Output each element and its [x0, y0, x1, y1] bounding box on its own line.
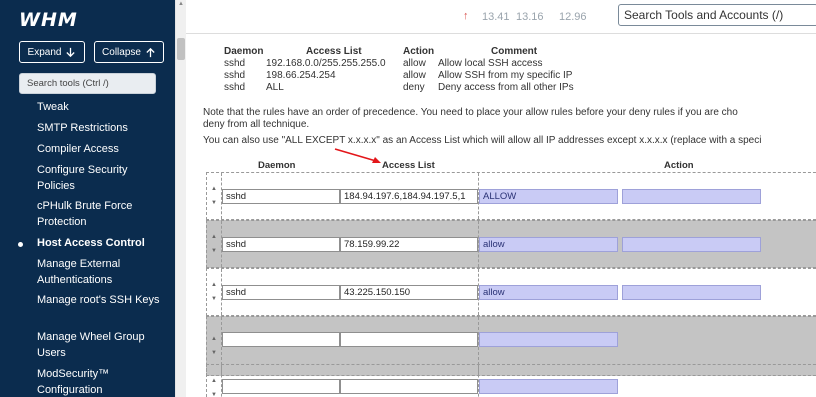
sidebar-item-compiler-access[interactable]: Compiler Access [37, 142, 167, 158]
example-header-action: Action [403, 46, 435, 57]
example-cell: sshd [224, 82, 246, 93]
move-up-icon[interactable]: ▲ [211, 282, 217, 288]
expand-label: Expand [27, 46, 62, 58]
load-average-5: 13.16 [516, 11, 544, 23]
column-header-daemon: Daemon [258, 160, 296, 171]
column-header-action: Action [664, 160, 694, 171]
tools-search-input[interactable] [618, 4, 816, 26]
load-average-1: 13.41 [482, 11, 510, 23]
action-field[interactable]: allow [479, 285, 618, 300]
sidebar-search-input[interactable] [19, 73, 156, 94]
example-cell: sshd [224, 58, 246, 69]
example-header-comment: Comment [491, 46, 538, 57]
move-down-icon[interactable]: ▼ [211, 392, 217, 397]
row-reorder-handle[interactable]: ▲ ▼ [207, 173, 221, 219]
daemon-field[interactable]: sshd [222, 189, 340, 204]
action-field[interactable] [479, 379, 618, 394]
example-cell: 192.168.0.0/255.255.255.0 [266, 58, 386, 69]
comment-field[interactable] [622, 189, 761, 204]
access-list-field[interactable] [340, 379, 478, 394]
daemon-field[interactable]: sshd [222, 237, 340, 252]
move-down-icon[interactable]: ▼ [211, 296, 217, 302]
expand-button[interactable]: Expand [19, 41, 85, 63]
move-up-icon[interactable]: ▲ [211, 234, 217, 240]
sidebar-item-modsecurity-config[interactable]: ModSecurity™ Configuration [37, 367, 167, 397]
sidebar-item-manage-external-auth[interactable]: Manage External Authentications [37, 257, 167, 288]
load-up-arrow-icon: ↑ [463, 10, 469, 22]
precedence-note: Note that the rules have an order of pre… [203, 107, 738, 118]
action-field[interactable]: allow [479, 237, 618, 252]
daemon-field[interactable] [222, 379, 340, 394]
sidebar-item-smtp-restrictions[interactable]: SMTP Restrictions [37, 121, 167, 137]
rule-row[interactable]: ▲ ▼ sshd 43.225.150.150 allow [206, 268, 816, 316]
access-list-field[interactable]: 78.159.99.22 [340, 237, 478, 252]
precedence-note-cont: deny from all technique. [203, 119, 310, 130]
rule-row[interactable]: ▲ ▼ sshd 184.94.197.6,184.94.197.5,1 ALLO… [206, 172, 816, 220]
rule-row[interactable]: ▲ ▼ [206, 364, 816, 397]
sidebar-item-cphulk[interactable]: cPHulk Brute Force Protection [37, 199, 167, 230]
column-header-access-list: Access List [382, 160, 435, 171]
sidebar-item-manage-root-ssh-keys[interactable]: Manage root's SSH Keys [37, 293, 167, 309]
move-up-icon[interactable]: ▲ [211, 378, 217, 384]
access-list-field[interactable]: 184.94.197.6,184.94.197.5,1 [340, 189, 478, 204]
sidebar-item-host-access-control[interactable]: Host Access Control [37, 236, 167, 252]
all-except-note: You can also use "ALL EXCEPT x.x.x.x" as… [203, 135, 762, 146]
example-cell: Allow local SSH access [438, 58, 543, 69]
move-down-icon[interactable]: ▼ [211, 200, 217, 206]
scroll-up-icon[interactable]: ▲ [178, 1, 184, 7]
example-header-daemon: Daemon [224, 46, 264, 57]
example-cell: Deny access from all other IPs [438, 82, 574, 93]
sidebar-item-manage-wheel-group[interactable]: Manage Wheel Group Users [37, 330, 167, 361]
move-down-icon[interactable]: ▼ [211, 350, 217, 356]
access-list-field[interactable] [340, 332, 478, 347]
daemon-field[interactable]: sshd [222, 285, 340, 300]
action-field[interactable]: ALLOW [479, 189, 618, 204]
collapse-button[interactable]: Collapse [94, 41, 164, 63]
sidebar-item-configure-security-policies[interactable]: Configure Security Policies [37, 163, 167, 194]
example-cell: deny [403, 82, 425, 93]
move-up-icon[interactable]: ▲ [211, 336, 217, 342]
load-average-15: 12.96 [559, 11, 587, 23]
top-header: ↑ 13.41 13.16 12.96 [186, 0, 816, 34]
sidebar-scrollbar[interactable]: ▲ [175, 0, 186, 397]
example-header-access: Access List [306, 46, 362, 57]
sidebar-item-tweak[interactable]: Tweak [37, 100, 167, 116]
example-cell: allow [403, 58, 426, 69]
active-bullet-icon [18, 242, 23, 247]
example-cell: Allow SSH from my specific IP [438, 70, 573, 81]
action-field[interactable] [479, 332, 618, 347]
move-down-icon[interactable]: ▼ [211, 248, 217, 254]
sidebar: WHM Expand Collapse Tweak SMTP Restricti… [0, 0, 175, 397]
example-cell: sshd [224, 70, 246, 81]
move-up-icon[interactable]: ▲ [211, 186, 217, 192]
whm-app: WHM Expand Collapse Tweak SMTP Restricti… [0, 0, 816, 397]
whm-logo[interactable]: WHM [19, 9, 78, 31]
comment-field[interactable] [622, 237, 761, 252]
example-cell: ALL [266, 82, 284, 93]
scrollbar-thumb[interactable] [177, 38, 185, 60]
access-list-field[interactable]: 43.225.150.150 [340, 285, 478, 300]
row-reorder-handle[interactable]: ▲ ▼ [207, 269, 221, 315]
main-content: Daemon Access List Action Comment sshd 1… [186, 35, 816, 397]
collapse-label: Collapse [102, 46, 141, 58]
row-reorder-handle[interactable]: ▲ ▼ [207, 365, 221, 397]
annotation-arrow-icon [334, 148, 381, 163]
comment-field[interactable] [622, 285, 761, 300]
rule-row[interactable]: ▲ ▼ sshd 78.159.99.22 allow [206, 220, 816, 268]
example-cell: allow [403, 70, 426, 81]
row-reorder-handle[interactable]: ▲ ▼ [207, 221, 221, 267]
example-cell: 198.66.254.254 [266, 70, 336, 81]
arrow-down-icon [66, 47, 76, 57]
arrow-up-icon [146, 47, 155, 57]
daemon-field[interactable] [222, 332, 340, 347]
